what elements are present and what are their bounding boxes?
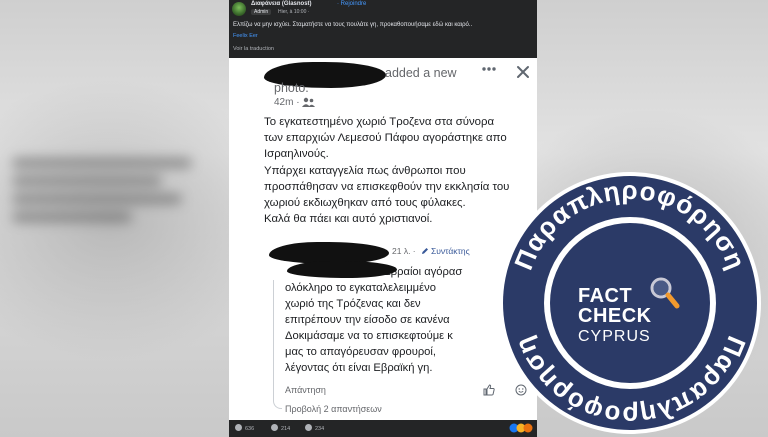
shares-value: 234 [315, 426, 325, 432]
comment-age: 21 λ. · [392, 246, 416, 256]
like-icon[interactable] [483, 384, 495, 396]
author-badge-label: Συντάκτης [431, 246, 470, 256]
post-line: Καλά θα πάει και αυτό χριστιανοί. [264, 213, 433, 226]
reply-link[interactable]: Απάντηση [285, 385, 326, 395]
post-header: Διαφάνεια (Glasnost) · Rejoindre Admin H… [229, 0, 537, 18]
post-line: των επαρχιών Λεμεσού Πάφου αγοράστηκε απ… [264, 132, 507, 145]
rejoin-link[interactable]: · Rejoindre [337, 1, 366, 7]
more-options-icon[interactable] [481, 65, 497, 73]
post-time[interactable]: Hier, à 10:00 · [278, 9, 309, 15]
magnifier-icon [650, 277, 680, 309]
post-footer: 636 214 234 [229, 420, 537, 437]
thread-line [273, 280, 282, 409]
feeling-link[interactable]: Feelix Eer [233, 33, 258, 39]
post-line: Ισραηλινούς. [264, 148, 329, 161]
comment-icon [271, 424, 278, 431]
added-photo-text-2: photo. [274, 81, 309, 95]
post-line: προσπάθησαν να επισκεφθούν την εκκλησία … [264, 180, 510, 193]
friends-icon [302, 97, 315, 107]
share-icon [305, 424, 312, 431]
view-replies-link[interactable]: Προβολή 2 απαντήσεων [285, 404, 382, 414]
shared-screenshot[interactable]: added a new photo. 42m · Το εγκατεστημέν… [229, 58, 537, 420]
post-line: χωριού εκδιωχθηκαν από τους φύλακες. [264, 197, 466, 210]
likes-count[interactable]: 636 [235, 424, 254, 432]
comments-count[interactable]: 214 [271, 424, 290, 432]
group-name[interactable]: Διαφάνεια (Glasnost) [251, 1, 312, 7]
likes-value: 636 [245, 426, 255, 432]
pencil-icon [422, 248, 428, 254]
blurred-text-left [12, 150, 212, 240]
badge-check: CHECK [578, 305, 652, 327]
see-translation-link[interactable]: Voir la traduction [233, 46, 274, 52]
post-line: Υπάρχει καταγγελία πως άνθρωποι που [264, 164, 466, 177]
group-avatar[interactable] [232, 2, 246, 16]
post-body: Το εγκατεστημένο χωριό Τροζενα στα σύνορ… [264, 114, 532, 227]
admin-badge: Admin [251, 9, 272, 15]
author-badge: Συντάκτης [421, 246, 470, 256]
facebook-post: Διαφάνεια (Glasnost) · Rejoindre Admin H… [229, 0, 537, 437]
close-icon[interactable] [516, 65, 530, 79]
post-caption: Ελπίζω να μην ισχύει. Σταματήστε να τους… [233, 22, 473, 28]
post-age: 42m · [274, 97, 300, 108]
shares-count[interactable]: 234 [305, 424, 324, 432]
redacted-mention [287, 261, 397, 278]
comments-value: 214 [281, 426, 291, 432]
like-count-icon [235, 424, 242, 431]
added-photo-text: added a new [385, 66, 457, 80]
post-line: Το εγκατεστημένο χωριό Τροζενα στα σύνορ… [264, 116, 495, 128]
badge-cyprus: CYPRUS [578, 328, 651, 345]
